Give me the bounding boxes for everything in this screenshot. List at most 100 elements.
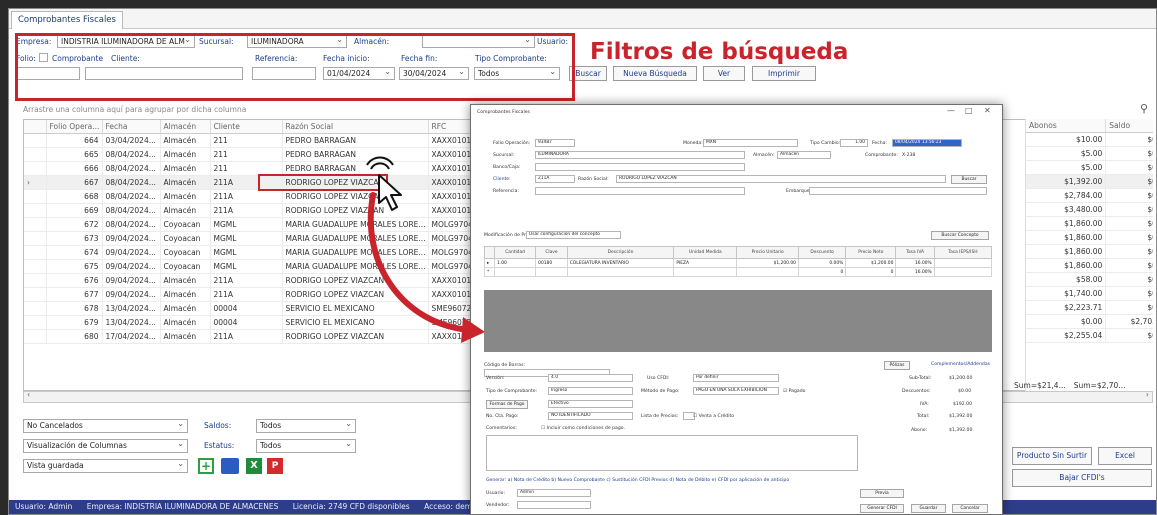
concept-row[interactable]: * 0 0 16.00%	[484, 267, 993, 277]
concept-column-header[interactable]: Tasa IEPS/ISH	[933, 246, 993, 259]
concept-cell[interactable]: 0	[845, 267, 897, 277]
cancelar-button[interactable]: Cancelar	[952, 504, 988, 513]
add-icon[interactable]: +	[198, 458, 214, 474]
bajar-cfdis-button[interactable]: Bajar CFDI's	[1012, 469, 1152, 487]
estatus-dropdown[interactable]: Todos	[256, 439, 356, 453]
comentarios-textarea[interactable]	[486, 435, 858, 471]
scroll-right-icon[interactable]: ›	[1146, 390, 1149, 399]
formas-pago-button[interactable]: Formas de Pago	[486, 400, 528, 409]
dlg-cliente-label[interactable]: Cliente:	[493, 176, 511, 183]
guardar-button[interactable]: Guardar	[911, 504, 946, 513]
table-row[interactable]: $1,860.00$0.0009/04	[1026, 258, 1153, 273]
concept-cell[interactable]: 16.00%	[895, 258, 935, 268]
table-row[interactable]: $1,740.00$0.0009/04	[1026, 286, 1153, 301]
producto-sin-surtir-button[interactable]: Producto Sin Surtir	[1012, 447, 1092, 465]
referencia-input[interactable]	[252, 67, 316, 80]
concept-row[interactable]: ▸ 1.00 00180 COLEGIATURA INVENTARIO PIEZA $1,…	[484, 258, 993, 268]
banco-caja-dropdown[interactable]	[535, 163, 745, 171]
minimize-icon[interactable]: —	[947, 107, 955, 115]
close-icon[interactable]: ✕	[984, 107, 991, 115]
imprimir-button[interactable]: Imprimir	[752, 66, 816, 81]
buscar-concepto-button[interactable]: Buscar Concepto	[931, 231, 989, 240]
excel-button[interactable]: Excel	[1098, 447, 1152, 465]
concept-cell[interactable]	[673, 267, 738, 277]
concept-cell[interactable]: 00180	[535, 258, 568, 268]
table-row[interactable]: $1,860.00$0.0009/04	[1026, 230, 1153, 245]
table-row[interactable]: 664 03/04/2024... Almacén 211 PEDRO BARRAGAN…	[24, 133, 485, 148]
previa-button[interactable]: Previa	[860, 489, 904, 498]
table-row[interactable]: $2,784.00$0.0008/04	[1026, 188, 1153, 203]
concept-cell[interactable]	[933, 258, 993, 268]
print-icon[interactable]	[221, 458, 239, 474]
generar-links[interactable]: Generar: a) Nota de Crédito b) Nuevo Com…	[486, 477, 789, 484]
polizas-button[interactable]: Pólizas	[884, 361, 910, 370]
column-header[interactable]: Cliente	[210, 120, 283, 134]
column-header[interactable]: Fecha	[102, 120, 161, 134]
table-row[interactable]: $3,480.00$0.0008/04	[1026, 202, 1153, 217]
excel-export-icon[interactable]: X	[246, 458, 262, 474]
sucursal-dropdown[interactable]: ILUMINADORA	[247, 35, 347, 48]
scroll-left-icon[interactable]: ‹	[27, 390, 30, 399]
dlg-almacen-dropdown[interactable]: Almacén	[777, 151, 831, 159]
search-icon[interactable]: ⚲	[1140, 102, 1148, 115]
venta-credito-checkbox[interactable]: ☐ Venta a Crédito	[693, 413, 734, 420]
tipo-comprobante-dlg-dropdown[interactable]: Ingreso	[548, 387, 633, 395]
concept-cell[interactable]	[566, 267, 675, 277]
table-row[interactable]: $1,860.00$0.0009/04	[1026, 244, 1153, 259]
tipo-comprobante-dropdown[interactable]: Todos	[474, 67, 560, 80]
cta-pago-dropdown[interactable]: NO IDENTIFICADO	[548, 412, 633, 420]
column-header[interactable]: Almacén	[160, 120, 211, 134]
concept-column-header[interactable]: Cantidad	[493, 246, 537, 259]
fecha-inicio-picker[interactable]: 01/04/2024	[323, 67, 395, 80]
tab-comprobantes-fiscales[interactable]: Comprobantes Fiscales	[11, 11, 123, 29]
metodo-pago-dropdown[interactable]: PAGO EN UNA SOLA EXHIBICIÓN	[693, 387, 779, 395]
cancelados-dropdown[interactable]: No Cancelados	[23, 419, 188, 433]
concept-cell[interactable]: 0.00%	[797, 258, 847, 268]
concept-cell[interactable]: 1.00	[493, 258, 537, 268]
concept-column-header[interactable]: Precio Neto	[845, 246, 897, 259]
table-row[interactable]: $1,860.00$0.0008/04	[1026, 216, 1153, 231]
table-row[interactable]: $5.00$0.0008/04	[1026, 146, 1153, 161]
concept-cell[interactable]: $1,200.00	[736, 258, 799, 268]
table-row[interactable]: $0.00$2,703.4528/04	[1026, 314, 1153, 329]
dlg-referencia-field[interactable]	[535, 187, 745, 195]
empresa-dropdown[interactable]: INDISTRIA ILUMINADORA DE ALM	[57, 35, 195, 48]
incluir-condiciones-checkbox[interactable]: ☐ Incluir como condiciones de pago.	[541, 425, 625, 432]
version-field[interactable]: 4.0	[548, 374, 633, 382]
pdf-export-icon[interactable]: P	[267, 458, 283, 474]
concept-cell[interactable]	[493, 267, 537, 277]
fecha-field[interactable]: 08/04/2024 13:56:23	[892, 139, 962, 147]
table-row[interactable]: $58.00$0.0009/04	[1026, 272, 1153, 287]
dlg-buscar-button[interactable]: Buscar	[951, 175, 987, 184]
complementos-link[interactable]: Complementos/Addendas	[931, 361, 990, 368]
vendedor-field[interactable]	[517, 501, 591, 509]
comprobante-checkbox[interactable]	[39, 53, 48, 62]
maximize-icon[interactable]: □	[965, 107, 973, 115]
concept-cell[interactable]: COLEGIATURA INVENTARIO	[566, 258, 675, 268]
table-row[interactable]: $1,392.00$0.0008/04	[1026, 174, 1153, 189]
column-header[interactable]: Folio Opera...	[46, 120, 103, 134]
column-header[interactable]: Razón Social	[282, 120, 429, 134]
concept-cell[interactable]: $1,200.00	[845, 258, 897, 268]
vista-dropdown[interactable]: Vista guardada	[23, 459, 188, 473]
forma-pago-dropdown[interactable]: Efectivo	[548, 400, 633, 408]
concept-cell[interactable]: 16.00%	[895, 267, 935, 277]
dlg-sucursal-field[interactable]: ILUMINADORA	[535, 151, 745, 159]
concept-column-header[interactable]: Unidad Medida	[673, 246, 738, 259]
concept-cell[interactable]	[933, 267, 993, 277]
concept-column-header[interactable]: Tasa IVA	[895, 246, 935, 259]
visualizacion-dropdown[interactable]: Visualización de Columnas	[23, 439, 188, 453]
concept-cell[interactable]	[535, 267, 568, 277]
pagado-checkbox-label[interactable]: ☑ Pagado	[783, 388, 805, 395]
table-row[interactable]: $2,223.71$0.0013/04	[1026, 300, 1153, 315]
razon-social-field[interactable]: RODRIGO LOPEZ VIAZCAN	[616, 175, 946, 183]
concept-column-header[interactable]: Clave	[535, 246, 568, 259]
table-row[interactable]: $5.00$0.0008/04	[1026, 160, 1153, 175]
tipo-cambio-field[interactable]: 1.00	[840, 139, 868, 147]
table-row[interactable]: $10.00$0.0003/04	[1026, 132, 1153, 147]
uso-cfdi-dropdown[interactable]: Por definir	[693, 374, 779, 382]
generar-cfdi-button[interactable]: Generar CFDI	[860, 504, 904, 513]
concept-column-header[interactable]: Descripción	[566, 246, 675, 259]
column-header[interactable]: Abonos	[1026, 119, 1107, 133]
cliente-input[interactable]	[85, 67, 243, 80]
